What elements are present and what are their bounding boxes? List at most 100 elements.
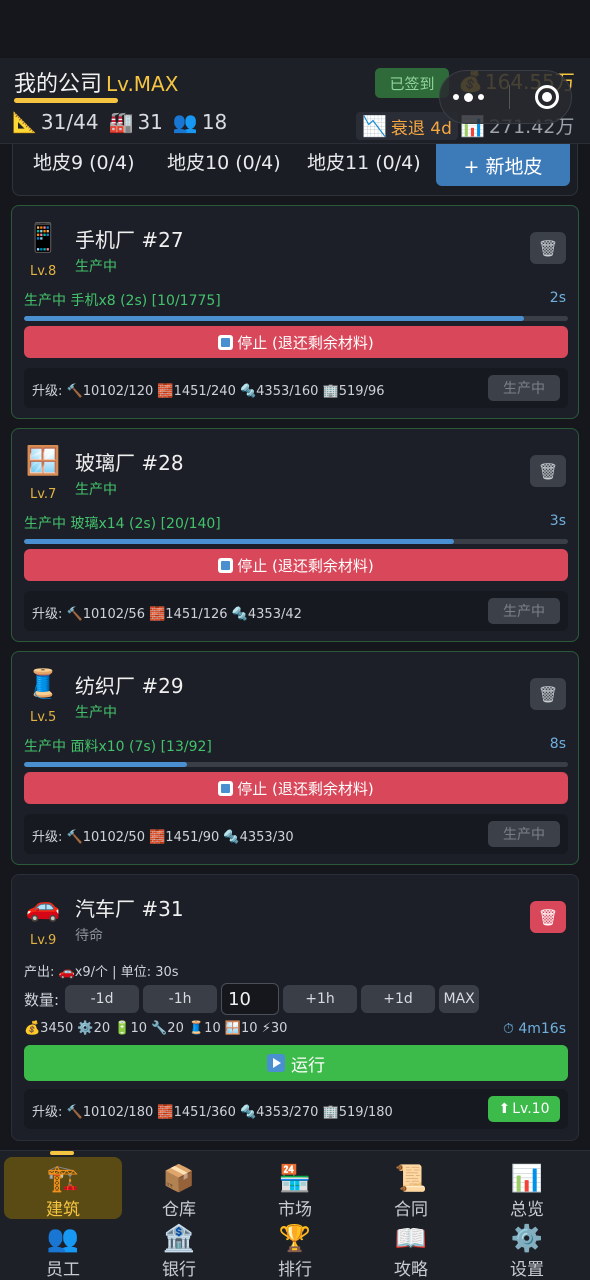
land-usage-stat: 📐 31/44: [12, 110, 99, 134]
play-icon: [267, 1054, 285, 1072]
stop-label: 停止 (退还剩余材料): [237, 556, 374, 575]
demolish-icon[interactable]: 🗑: [530, 232, 566, 264]
nav-ranking[interactable]: 🏆 排行: [236, 1217, 354, 1280]
scroll-icon: 📜: [394, 1164, 428, 1194]
demolish-icon[interactable]: 🗑: [530, 901, 566, 933]
upgrade-row: 升级: 🔨10102/120 🧱1451/240 🔩4353/160 🏢519/…: [24, 368, 568, 408]
app-root: 我的公司Lv.MAX 📐31/44 🏭31 👥18 已签到 💰164.55万 📉…: [0, 0, 590, 1280]
upgrade-button[interactable]: 生产中: [488, 375, 560, 401]
nav-market[interactable]: 🏪 市场: [236, 1157, 354, 1220]
company-title: 我的公司 Lv.MAX: [14, 66, 178, 98]
factory-status: 生产中: [75, 705, 117, 721]
factory-level: Lv.8: [30, 264, 57, 279]
land-usage-value: 31/44: [40, 110, 99, 134]
stop-square-icon: [218, 334, 234, 350]
run-timer: ⏱ 4m16s: [502, 1021, 566, 1037]
book-icon: 📖: [394, 1224, 428, 1254]
more-menu-icon[interactable]: [452, 92, 484, 102]
factory-name: 汽车厂 #31: [75, 897, 184, 921]
output-info: 产出: 🚗x9/个 | 单位: 30s: [24, 965, 179, 980]
people-icon: 👥: [172, 110, 198, 134]
upgrade-row: 升级: 🔨10102/180 🧱1451/360 🔩4353/270 🏢519/…: [24, 1089, 568, 1129]
minus-1h-button[interactable]: -1h: [143, 985, 218, 1013]
factory-card: 🧵 Lv.5 纺织厂 #29 生产中 🗑 生产中 面料x10 (7s) [13/…: [11, 651, 579, 865]
nav-settings[interactable]: ⚙️ 设置: [468, 1217, 586, 1280]
land-tabs: 地皮9 (0/4) 地皮10 (0/4) 地皮11 (0/4) + 新地皮: [12, 144, 578, 196]
upgrade-button[interactable]: ⬆ Lv.10: [488, 1096, 560, 1122]
stop-square-icon: [218, 557, 234, 573]
upgrade-button[interactable]: 生产中: [488, 821, 560, 847]
upgrade-cost: 升级: 🔨10102/50 🧱1451/90 🔩4353/30: [32, 830, 294, 845]
chart-down-icon: 📉: [362, 114, 387, 138]
nav-guide[interactable]: 📖 攻略: [352, 1217, 470, 1280]
stop-button[interactable]: 停止 (退还剩余材料): [24, 549, 568, 581]
demolish-icon[interactable]: 🗑: [530, 455, 566, 487]
close-target-icon[interactable]: [534, 85, 559, 109]
nav-buildings[interactable]: 🏗️ 建筑: [4, 1157, 122, 1220]
car-factory-card: 🚗 Lv.9 汽车厂 #31 待命 🗑 产出: 🚗x9/个 | 单位: 30s …: [11, 874, 579, 1141]
production-progress: [24, 762, 568, 767]
nav-warehouse[interactable]: 📦 仓库: [120, 1157, 238, 1220]
production-time: 3s: [549, 513, 566, 529]
upgrade-row: 升级: 🔨10102/56 🧱1451/126 🔩4353/42 生产中: [24, 591, 568, 631]
trophy-icon: 🏆: [278, 1224, 312, 1254]
materials-required: 💰3450 ⚙️20 🔋10 🔧20 🧵10 🪟10 ⚡30: [24, 1021, 288, 1036]
nav-label: 员工: [46, 1260, 80, 1280]
plus-1d-button[interactable]: +1d: [361, 985, 436, 1013]
factory-level: Lv.5: [30, 710, 57, 725]
production-line: 生产中 手机x8 (2s) [10/1775]: [24, 293, 221, 309]
demolish-icon[interactable]: 🗑: [530, 678, 566, 710]
miniprogram-capsule: [439, 70, 572, 124]
upgrade-cost: 升级: 🔨10102/180 🧱1451/360 🔩4353/270 🏢519/…: [32, 1105, 393, 1120]
nav-employees[interactable]: 👥 员工: [4, 1217, 122, 1280]
stop-button[interactable]: 停止 (退还剩余材料): [24, 772, 568, 804]
nav-contracts[interactable]: 📜 合同: [352, 1157, 470, 1220]
phone-icon: 📱: [25, 220, 61, 254]
tab-land-9[interactable]: 地皮9 (0/4): [33, 148, 135, 175]
tab-land-10[interactable]: 地皮10 (0/4): [167, 148, 281, 175]
upgrade-button[interactable]: 生产中: [488, 598, 560, 624]
progress-fill: [24, 762, 188, 767]
window-icon: 🪟: [25, 443, 61, 477]
car-icon: 🚗: [25, 889, 61, 923]
factory-status: 生产中: [75, 259, 117, 275]
capsule-divider: [508, 85, 510, 109]
ruler-icon: 📐: [12, 110, 37, 134]
minus-1d-button[interactable]: -1d: [65, 985, 140, 1013]
gear-icon: ⚙️: [510, 1224, 544, 1254]
factory-count-value: 31: [137, 110, 163, 134]
stop-button[interactable]: 停止 (退还剩余材料): [24, 326, 568, 358]
quantity-label: 数量:: [24, 990, 60, 1009]
nav-overview[interactable]: 📊 总览: [468, 1157, 586, 1220]
factory-count-stat: 🏭 31: [109, 110, 163, 134]
recession-badge[interactable]: 📉 衰退 4d: [356, 112, 458, 140]
factory-level: Lv.7: [30, 487, 57, 502]
construction-icon: 🏗️: [46, 1164, 80, 1194]
factory-status: 待命: [75, 928, 103, 944]
upgrade-cost: 升级: 🔨10102/56 🧱1451/126 🔩4353/42: [32, 607, 302, 622]
quantity-input[interactable]: [221, 983, 280, 1015]
title-underline: [14, 98, 118, 103]
employee-count-stat: 👥 18: [173, 110, 227, 134]
company-level: Lv.MAX: [106, 72, 179, 96]
nav-label: 攻略: [394, 1260, 428, 1280]
factory-level: Lv.9: [30, 933, 57, 948]
nav-bank[interactable]: 🏦 银行: [120, 1217, 238, 1280]
plus-1h-button[interactable]: +1h: [283, 985, 358, 1013]
stop-label: 停止 (退还剩余材料): [237, 333, 374, 352]
progress-fill: [24, 539, 454, 544]
recession-label: 衰退 4d: [390, 118, 452, 139]
run-button[interactable]: 运行: [24, 1045, 568, 1081]
factory-icon: 🏭: [108, 110, 134, 134]
thread-icon: 🧵: [25, 666, 61, 700]
stop-square-icon: [218, 780, 234, 796]
signed-in-badge[interactable]: 已签到: [375, 68, 449, 98]
stop-label: 停止 (退还剩余材料): [237, 779, 374, 798]
tab-land-11[interactable]: 地皮11 (0/4): [307, 148, 421, 175]
factory-card: 🪟 Lv.7 玻璃厂 #28 生产中 🗑 生产中 玻璃x14 (2s) [20/…: [11, 428, 579, 642]
new-land-button[interactable]: + 新地皮: [436, 144, 570, 186]
production-progress: [24, 539, 568, 544]
production-line: 生产中 玻璃x14 (2s) [20/140]: [24, 516, 221, 532]
max-button[interactable]: MAX: [439, 985, 480, 1013]
employee-count-value: 18: [201, 110, 228, 134]
